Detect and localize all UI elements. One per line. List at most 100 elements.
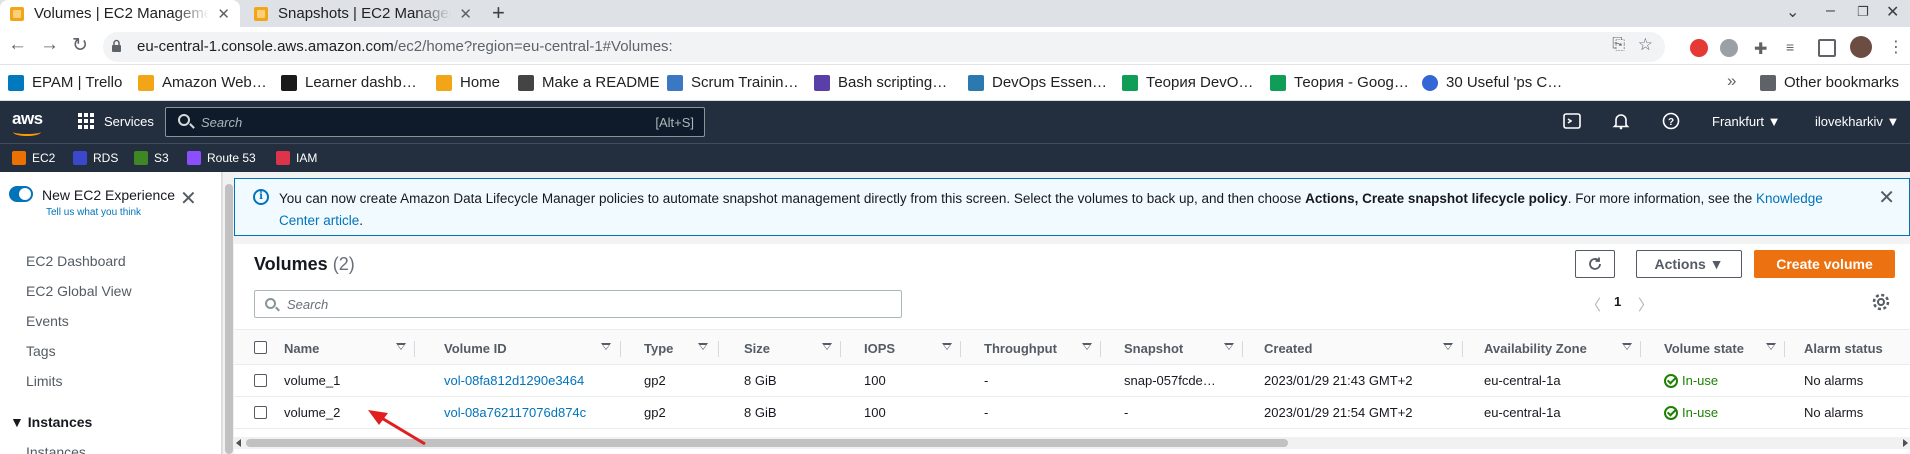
bookmarks-overflow-icon[interactable]: » bbox=[1727, 71, 1736, 91]
tab-snapshots[interactable]: Snapshots | EC2 Management Console ✕ bbox=[244, 0, 482, 27]
row-checkbox[interactable] bbox=[254, 406, 267, 419]
bookmark-item[interactable]: Теория - Goog… bbox=[1270, 74, 1409, 91]
select-all-checkbox[interactable] bbox=[254, 341, 267, 354]
column-header-iops[interactable]: IOPS bbox=[864, 341, 895, 356]
column-header-throughput[interactable]: Throughput bbox=[984, 341, 1057, 356]
bookmark-item[interactable]: Learner dashb… bbox=[281, 74, 417, 91]
sort-icon[interactable] bbox=[601, 343, 611, 350]
table-horizontal-scrollbar[interactable] bbox=[234, 437, 1910, 449]
side-panel-icon[interactable] bbox=[1818, 39, 1836, 57]
address-bar[interactable]: eu-central-1.console.aws.amazon.com/ec2/… bbox=[103, 32, 1665, 62]
notifications-bell-icon[interactable] bbox=[1612, 112, 1630, 130]
favorite-rds[interactable]: RDS bbox=[73, 151, 118, 165]
volumes-search-input[interactable]: Search bbox=[254, 290, 902, 318]
restore-icon[interactable]: ❐ bbox=[1857, 4, 1869, 20]
browser-menu-icon[interactable]: ⋮ bbox=[1888, 37, 1906, 56]
column-header-size[interactable]: Size bbox=[744, 341, 770, 356]
close-tab-icon[interactable]: ✕ bbox=[459, 5, 472, 23]
bookmark-item[interactable]: Scrum Trainin… bbox=[667, 74, 799, 91]
reload-icon[interactable]: ↻ bbox=[72, 34, 88, 57]
sort-icon[interactable] bbox=[942, 343, 952, 350]
new-tab-button[interactable]: + bbox=[492, 0, 505, 27]
tab-volumes[interactable]: Volumes | EC2 Management Console ✕ bbox=[0, 0, 240, 27]
scroll-left-icon[interactable] bbox=[236, 439, 241, 447]
region-selector[interactable]: Frankfurt ▼ bbox=[1712, 114, 1781, 129]
actions-button[interactable]: Actions ▼ bbox=[1636, 250, 1742, 278]
close-tab-icon[interactable]: ✕ bbox=[217, 5, 230, 23]
column-header-name[interactable]: Name bbox=[284, 341, 319, 356]
bookmark-item[interactable]: DevOps Essen… bbox=[968, 74, 1107, 91]
sidebar-item-instances[interactable]: Instances bbox=[26, 444, 86, 454]
sort-icon[interactable] bbox=[1224, 343, 1234, 350]
sidebar-item-tags[interactable]: Tags bbox=[26, 343, 56, 359]
bookmark-item[interactable]: 30 Useful 'ps C… bbox=[1422, 74, 1562, 91]
scroll-right-icon[interactable] bbox=[1903, 439, 1908, 447]
next-page-icon[interactable]: 〉 bbox=[1638, 294, 1653, 315]
back-icon[interactable]: ← bbox=[8, 34, 27, 56]
dismiss-flash-icon[interactable]: ✕ bbox=[1878, 185, 1895, 210]
cloudshell-icon[interactable] bbox=[1563, 112, 1581, 130]
favorite-s3[interactable]: S3 bbox=[134, 151, 169, 165]
media-icon[interactable]: ≡ bbox=[1786, 39, 1804, 57]
column-header-snapshot[interactable]: Snapshot bbox=[1124, 341, 1183, 356]
prev-page-icon[interactable]: 〈 bbox=[1586, 294, 1601, 315]
favorite-ec2[interactable]: EC2 bbox=[12, 151, 55, 165]
volume-id-link[interactable]: vol-08fa812d1290e3464 bbox=[444, 373, 584, 388]
column-header-created[interactable]: Created bbox=[1264, 341, 1312, 356]
create-volume-button[interactable]: Create volume bbox=[1754, 250, 1895, 278]
column-header-availability-zone[interactable]: Availability Zone bbox=[1484, 341, 1587, 356]
column-header-volume-state[interactable]: Volume state bbox=[1664, 341, 1744, 356]
column-header-type[interactable]: Type bbox=[644, 341, 673, 356]
window-close-icon[interactable]: ✕ bbox=[1886, 2, 1899, 22]
side-nav-scrollbar[interactable] bbox=[222, 172, 234, 454]
sort-icon[interactable] bbox=[1443, 343, 1453, 350]
bookmark-item[interactable]: Amazon Web… bbox=[138, 74, 267, 91]
bookmark-item[interactable]: Bash scripting… bbox=[814, 74, 947, 91]
sidebar-item-events[interactable]: Events bbox=[26, 313, 69, 329]
help-icon[interactable]: ? bbox=[1662, 112, 1680, 130]
sidebar-item-ec2-dashboard[interactable]: EC2 Dashboard bbox=[26, 253, 126, 269]
bookmark-item[interactable]: Теория DevO… bbox=[1122, 74, 1253, 91]
extensions-puzzle-icon[interactable]: ✚ bbox=[1754, 39, 1772, 58]
sort-icon[interactable] bbox=[1766, 343, 1776, 350]
page-number[interactable]: 1 bbox=[1614, 294, 1621, 309]
favorite-iam[interactable]: IAM bbox=[276, 151, 317, 165]
tab-search-chevron-icon[interactable]: ⌄ bbox=[1786, 2, 1799, 22]
minimize-icon[interactable]: – bbox=[1826, 2, 1835, 20]
sort-icon[interactable] bbox=[396, 343, 406, 350]
table-row[interactable]: volume_2 vol-08a762117076d874c gp2 8 GiB… bbox=[234, 397, 1910, 429]
bookmark-star-icon[interactable]: ☆ bbox=[1638, 35, 1653, 55]
scrollbar-thumb[interactable] bbox=[246, 439, 1288, 447]
column-header-volume-id[interactable]: Volume ID bbox=[444, 341, 507, 356]
bookmark-item[interactable]: Make a README bbox=[518, 74, 660, 91]
row-checkbox[interactable] bbox=[254, 374, 267, 387]
sort-icon[interactable] bbox=[1622, 343, 1632, 350]
volume-id-link[interactable]: vol-08a762117076d874c bbox=[444, 405, 586, 420]
share-icon[interactable]: ⎘ bbox=[1612, 36, 1625, 54]
new-experience-toggle[interactable] bbox=[9, 186, 33, 202]
bookmark-item[interactable]: Home bbox=[436, 74, 500, 91]
aws-search-input[interactable]: Search [Alt+S] bbox=[165, 107, 705, 137]
sidebar-item-limits[interactable]: Limits bbox=[26, 373, 63, 389]
sidebar-group-instances[interactable]: ▼ Instances bbox=[10, 414, 92, 430]
services-menu[interactable]: Services bbox=[78, 113, 154, 129]
sidebar-item-ec2-global-view[interactable]: EC2 Global View bbox=[26, 283, 132, 299]
extension-icon[interactable] bbox=[1690, 39, 1708, 57]
account-menu[interactable]: ilovekharkiv ▼ bbox=[1815, 114, 1899, 129]
extension-shield-icon[interactable] bbox=[1720, 39, 1738, 57]
profile-avatar[interactable] bbox=[1850, 36, 1872, 58]
sort-icon[interactable] bbox=[698, 343, 708, 350]
aws-logo[interactable]: aws bbox=[12, 109, 43, 136]
favorite-route53[interactable]: Route 53 bbox=[187, 151, 256, 165]
sort-icon[interactable] bbox=[1082, 343, 1092, 350]
forward-icon[interactable]: → bbox=[40, 34, 59, 56]
refresh-button[interactable] bbox=[1575, 250, 1615, 278]
sort-icon[interactable] bbox=[822, 343, 832, 350]
table-row[interactable]: volume_1 vol-08fa812d1290e3464 gp2 8 GiB… bbox=[234, 365, 1910, 397]
other-bookmarks[interactable]: Other bookmarks bbox=[1760, 74, 1899, 91]
close-nav-icon[interactable]: ✕ bbox=[180, 186, 197, 211]
bookmark-item[interactable]: EPAM | Trello bbox=[8, 74, 122, 91]
feedback-link[interactable]: Tell us what you think bbox=[46, 207, 141, 218]
settings-gear-icon[interactable] bbox=[1871, 292, 1891, 312]
column-header-alarm-status[interactable]: Alarm status bbox=[1804, 341, 1883, 356]
